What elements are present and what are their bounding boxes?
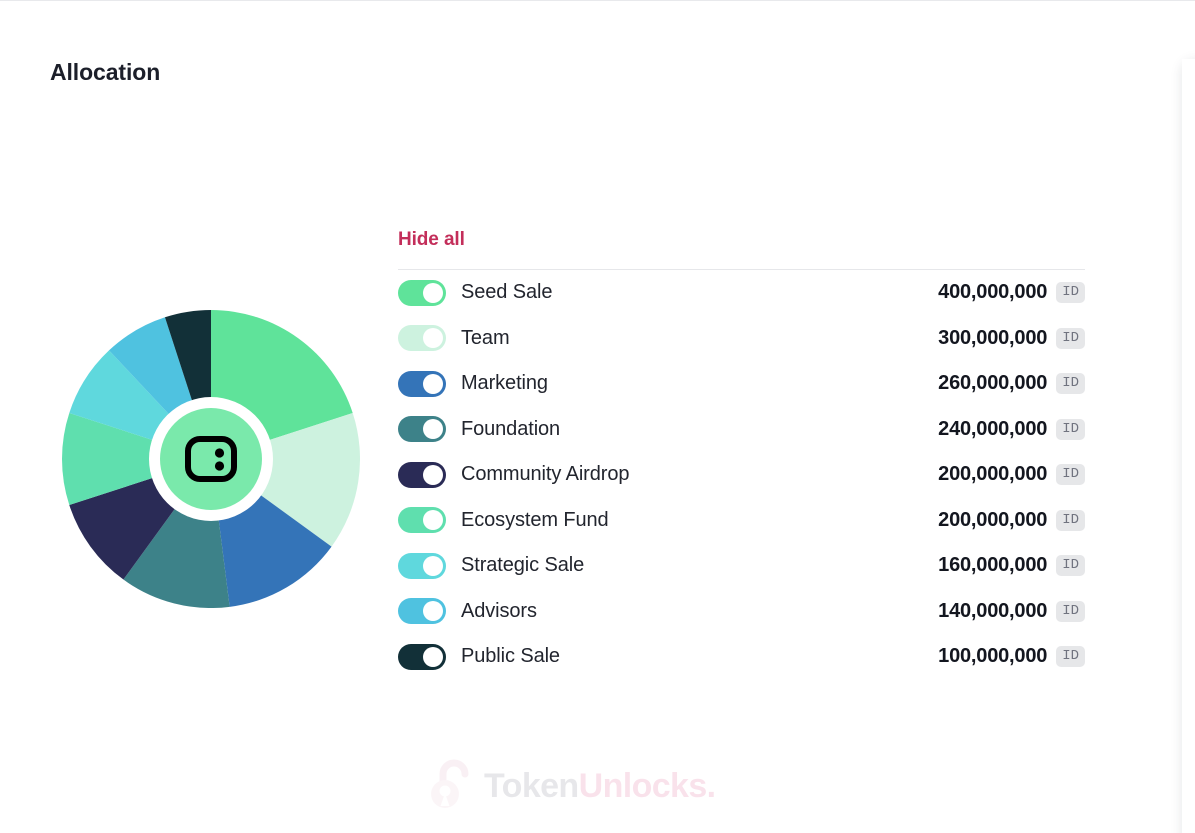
legend-toggle[interactable] bbox=[398, 598, 446, 625]
legend-value: 160,000,000 bbox=[938, 554, 1048, 577]
page-title: Allocation bbox=[50, 59, 161, 85]
id-badge[interactable]: ID bbox=[1056, 282, 1085, 304]
watermark-token: Token bbox=[484, 767, 579, 805]
allocation-panel: Allocation Hide all Seed Sale 400,000,000… bbox=[0, 0, 1195, 833]
id-badge[interactable]: ID bbox=[1056, 646, 1085, 668]
legend-value: 100,000,000 bbox=[938, 645, 1048, 668]
legend-value: 240,000,000 bbox=[938, 417, 1048, 440]
legend-value: 400,000,000 bbox=[938, 281, 1048, 304]
legend-label: Ecosystem Fund bbox=[461, 508, 609, 531]
legend-toggle-knob bbox=[423, 464, 443, 485]
hide-all-button[interactable]: Hide all bbox=[398, 229, 465, 251]
legend-label: Seed Sale bbox=[461, 281, 553, 304]
legend-row[interactable]: Team 300,000,000 ID bbox=[398, 316, 1085, 362]
legend-toggle[interactable] bbox=[398, 461, 446, 488]
legend-row[interactable]: Marketing 260,000,000 ID bbox=[398, 361, 1085, 407]
allocation-donut-chart bbox=[62, 310, 360, 608]
legend-toggle[interactable] bbox=[398, 416, 446, 443]
legend-toggle-knob bbox=[423, 328, 443, 349]
tokenunlocks-watermark: TokenUnlocks. bbox=[430, 759, 716, 814]
panel-right-mask bbox=[1182, 59, 1195, 833]
open-padlock-icon bbox=[430, 759, 474, 814]
legend-toggle-knob bbox=[423, 646, 443, 667]
legend-toggle[interactable] bbox=[398, 279, 446, 306]
legend-toggle[interactable] bbox=[398, 325, 446, 352]
legend-value: 260,000,000 bbox=[938, 372, 1048, 395]
id-badge[interactable]: ID bbox=[1056, 418, 1085, 440]
legend-row[interactable]: Community Airdrop 200,000,000 ID bbox=[398, 452, 1085, 498]
id-badge[interactable]: ID bbox=[1056, 373, 1085, 395]
id-badge[interactable]: ID bbox=[1056, 464, 1085, 486]
id-badge[interactable]: ID bbox=[1056, 509, 1085, 531]
token-logo-icon bbox=[181, 429, 241, 489]
legend-value: 200,000,000 bbox=[938, 508, 1048, 531]
id-badge[interactable]: ID bbox=[1056, 555, 1085, 577]
id-badge[interactable]: ID bbox=[1056, 600, 1085, 622]
legend-rows: Seed Sale 400,000,000 ID Team 300,000,000 ID M… bbox=[398, 270, 1085, 680]
legend-label: Marketing bbox=[461, 372, 548, 395]
legend-toggle-knob bbox=[423, 282, 443, 303]
legend-row[interactable]: Seed Sale 400,000,000 ID bbox=[398, 270, 1085, 316]
legend-row[interactable]: Foundation 240,000,000 ID bbox=[398, 407, 1085, 453]
legend-label: Foundation bbox=[461, 417, 561, 440]
legend-toggle[interactable] bbox=[398, 552, 446, 579]
legend-label: Public Sale bbox=[461, 645, 560, 668]
legend-toggle-knob bbox=[423, 373, 443, 394]
watermark-text: TokenUnlocks. bbox=[484, 767, 716, 806]
legend-toggle-knob bbox=[423, 601, 443, 622]
legend-toggle[interactable] bbox=[398, 643, 446, 670]
legend-label: Community Airdrop bbox=[461, 463, 630, 486]
donut-center-logo bbox=[160, 408, 262, 510]
legend-value: 140,000,000 bbox=[938, 599, 1048, 622]
allocation-legend: Hide all Seed Sale 400,000,000 ID Team 300,0… bbox=[398, 229, 1085, 680]
legend-row[interactable]: Advisors 140,000,000 ID bbox=[398, 589, 1085, 635]
legend-label: Team bbox=[461, 326, 510, 349]
legend-toggle[interactable] bbox=[398, 370, 446, 397]
legend-value: 300,000,000 bbox=[938, 326, 1048, 349]
legend-label: Strategic Sale bbox=[461, 554, 585, 577]
legend-toggle-knob bbox=[423, 555, 443, 576]
legend-toggle-knob bbox=[423, 510, 443, 531]
legend-row[interactable]: Public Sale 100,000,000 ID bbox=[398, 634, 1085, 680]
legend-toggle-knob bbox=[423, 419, 443, 440]
watermark-unlocks: Unlocks. bbox=[578, 767, 717, 805]
legend-label: Advisors bbox=[461, 599, 537, 622]
legend-row[interactable]: Ecosystem Fund 200,000,000 ID bbox=[398, 498, 1085, 544]
legend-toggle[interactable] bbox=[398, 507, 446, 534]
legend-value: 200,000,000 bbox=[938, 463, 1048, 486]
legend-row[interactable]: Strategic Sale 160,000,000 ID bbox=[398, 543, 1085, 589]
id-badge[interactable]: ID bbox=[1056, 327, 1085, 349]
